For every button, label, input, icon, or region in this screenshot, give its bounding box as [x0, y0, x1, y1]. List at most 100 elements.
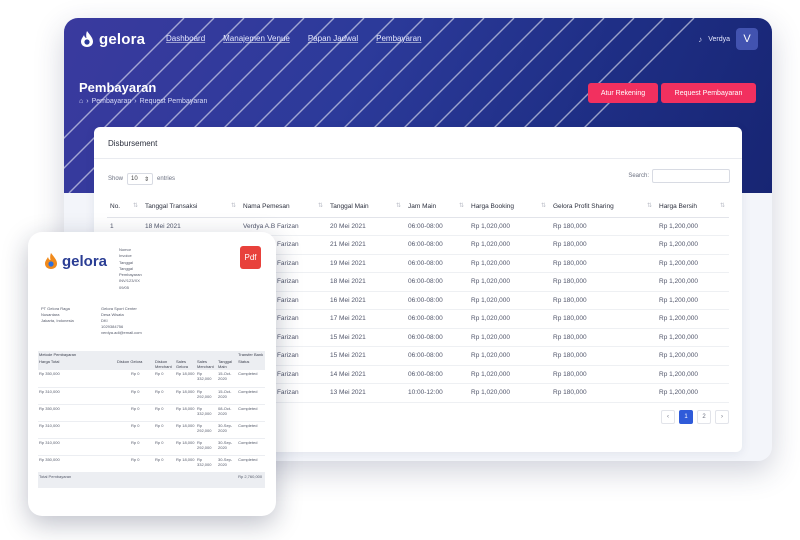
entries-select[interactable]: 10 ⇕: [127, 173, 154, 185]
user-name[interactable]: Verdya: [708, 36, 730, 43]
search-input[interactable]: [652, 169, 730, 183]
invoice-cell: Rp 332,000: [196, 370, 217, 388]
invoice-cell: Rp 0: [130, 387, 154, 405]
breadcrumb: ⌂ › Pembayaran › Request Pembayaran: [79, 98, 207, 105]
nav-item-manajemen-venue[interactable]: Manajemen Venue: [223, 34, 290, 43]
column-header[interactable]: Jam Main ⇅: [405, 197, 468, 218]
invoice-row: Rp 310,000 Rp 0 Rp 0 Rp 18,000 Rp 292,000 30-…: [38, 421, 266, 439]
invoice-meta: Nomor Invoice Tanggal Tanggal Pembayaran…: [119, 247, 142, 290]
flame-logo-icon: [81, 31, 93, 47]
table-cell: Rp 1,020,000: [468, 272, 550, 292]
total-label: Total Pembayaran: [38, 472, 238, 488]
nav-item-dashboard[interactable]: Dashboard: [166, 34, 205, 43]
brand-logo[interactable]: gelora: [79, 30, 145, 48]
invoice-cell: Rp 0: [154, 421, 175, 439]
sort-icon: ⇅: [132, 203, 138, 209]
card-title: Disbursement: [108, 139, 158, 148]
bell-icon[interactable]: ♪: [698, 35, 702, 44]
column-header[interactable]: Tanggal Transaksi ⇅: [142, 197, 240, 218]
invoice-to: Gelora Sport Center Desa Wisata DKI 1029…: [101, 306, 142, 335]
request-pembayaran-button[interactable]: Request Pembayaran: [661, 83, 756, 103]
pdf-download-button[interactable]: Pdf: [240, 246, 261, 269]
table-cell: Rp 1,020,000: [468, 217, 550, 236]
column-header[interactable]: Tanggal Main ⇅: [327, 197, 405, 218]
table-cell: 17 Mei 2021: [327, 309, 405, 329]
invoice-document: gelora Nomor Invoice Tanggal Tanggal Pem…: [28, 232, 276, 516]
nav-item-papan-jadwal[interactable]: Papan Jadwal: [308, 34, 358, 43]
table-cell: Rp 1,020,000: [468, 346, 550, 366]
table-cell: 06:00-08:00: [405, 365, 468, 384]
sort-icon: ⇅: [719, 203, 725, 209]
invoice-cell: Completed: [237, 370, 266, 388]
invoice-cell: Rp 0: [154, 387, 175, 405]
invoice-cell: Rp 0: [154, 455, 175, 473]
table-cell: 19 Mei 2021: [327, 254, 405, 273]
pager-prev-button[interactable]: ‹: [661, 410, 675, 424]
sort-icon: ⇅: [395, 203, 401, 209]
table-cell: Rp 180,000: [550, 217, 656, 236]
invoice-cell: 30-Sep-2020: [217, 421, 238, 439]
column-header[interactable]: Harga Bersih ⇅: [656, 197, 729, 218]
pager-page-1[interactable]: 1: [679, 410, 693, 424]
card-divider: [94, 158, 742, 159]
invoice-cell: [116, 455, 130, 473]
table-cell: Rp 1,020,000: [468, 309, 550, 329]
invoice-cell: Completed: [237, 438, 266, 456]
invoice-cell: Completed: [237, 455, 266, 473]
invoice-cell: 15-Oct-2020: [217, 370, 238, 388]
atur-rekening-button[interactable]: Atur Rekening: [588, 83, 658, 103]
pager-page-2[interactable]: 2: [697, 410, 711, 424]
breadcrumb-item-pembayaran[interactable]: Pembayaran: [92, 98, 132, 105]
top-nav: gelora Dashboard Manajemen Venue Papan J…: [64, 18, 772, 62]
table-cell: 06:00-08:00: [405, 291, 468, 310]
column-header[interactable]: Gelora Profit Sharing ⇅: [550, 197, 656, 218]
table-cell: Rp 1,200,000: [656, 346, 729, 366]
invoice-cell: [116, 370, 130, 388]
table-cell: Rp 180,000: [550, 365, 656, 384]
table-cell: Rp 1,200,000: [656, 217, 729, 236]
invoice-cell: [116, 387, 130, 405]
invoice-cell: 08-Oct-2020: [217, 404, 238, 422]
table-cell: 16 Mei 2021: [327, 291, 405, 310]
column-header[interactable]: No. ⇅: [107, 197, 142, 218]
invoice-cell: Rp 18,000: [175, 370, 196, 388]
transfer-label: Transfer Bank: [237, 351, 266, 358]
table-cell: 06:00-08:00: [405, 217, 468, 236]
table-cell: Rp 180,000: [550, 346, 656, 366]
sort-icon: ⇅: [317, 203, 323, 209]
table-cell: Rp 1,200,000: [656, 383, 729, 403]
main-menu: Dashboard Manajemen Venue Papan Jadwal P…: [166, 34, 421, 43]
stage: gelora Dashboard Manajemen Venue Papan J…: [0, 0, 800, 540]
invoice-cell: Rp 292,000: [196, 421, 217, 439]
sort-icon: ⇅: [230, 203, 236, 209]
invoice-cell: Rp 332,000: [196, 455, 217, 473]
invoice-cell: Rp 350,000: [38, 404, 116, 422]
invoice-cell: [116, 421, 130, 439]
table-cell: Rp 180,000: [550, 328, 656, 347]
home-icon[interactable]: ⌂: [79, 98, 83, 105]
pagination: ‹ 1 2 ›: [661, 410, 729, 424]
invoice-cell: Rp 18,000: [175, 438, 196, 456]
table-cell: Rp 1,020,000: [468, 254, 550, 273]
avatar[interactable]: V: [736, 28, 758, 50]
table-cell: Rp 180,000: [550, 235, 656, 255]
user-menu[interactable]: ♪ Verdya V: [698, 28, 758, 50]
brand-name: gelora: [99, 30, 146, 48]
chevron-updown-icon: ⇕: [143, 176, 150, 183]
invoice-cell: Rp 0: [130, 404, 154, 422]
invoice-cell: Rp 18,000: [175, 421, 196, 439]
pager-next-button[interactable]: ›: [715, 410, 729, 424]
nav-item-pembayaran[interactable]: Pembayaran: [376, 34, 421, 43]
invoice-cell: Rp 18,000: [175, 404, 196, 422]
invoice-cell: Rp 0: [154, 404, 175, 422]
table-cell: 06:00-08:00: [405, 346, 468, 366]
invoice-row: Rp 310,000 Rp 0 Rp 0 Rp 18,000 Rp 292,000 30-…: [38, 438, 266, 456]
table-search: Search:: [628, 169, 730, 183]
invoice-method-row: Metode Pembayaran Transfer Bank: [38, 351, 266, 358]
breadcrumb-separator: ›: [134, 98, 137, 105]
column-header[interactable]: Harga Booking ⇅: [468, 197, 550, 218]
table-cell: Rp 1,020,000: [468, 291, 550, 310]
table-cell: Rp 1,200,000: [656, 365, 729, 384]
method-label: Metode Pembayaran: [38, 351, 238, 358]
column-header[interactable]: Nama Pemesan ⇅: [240, 197, 327, 218]
